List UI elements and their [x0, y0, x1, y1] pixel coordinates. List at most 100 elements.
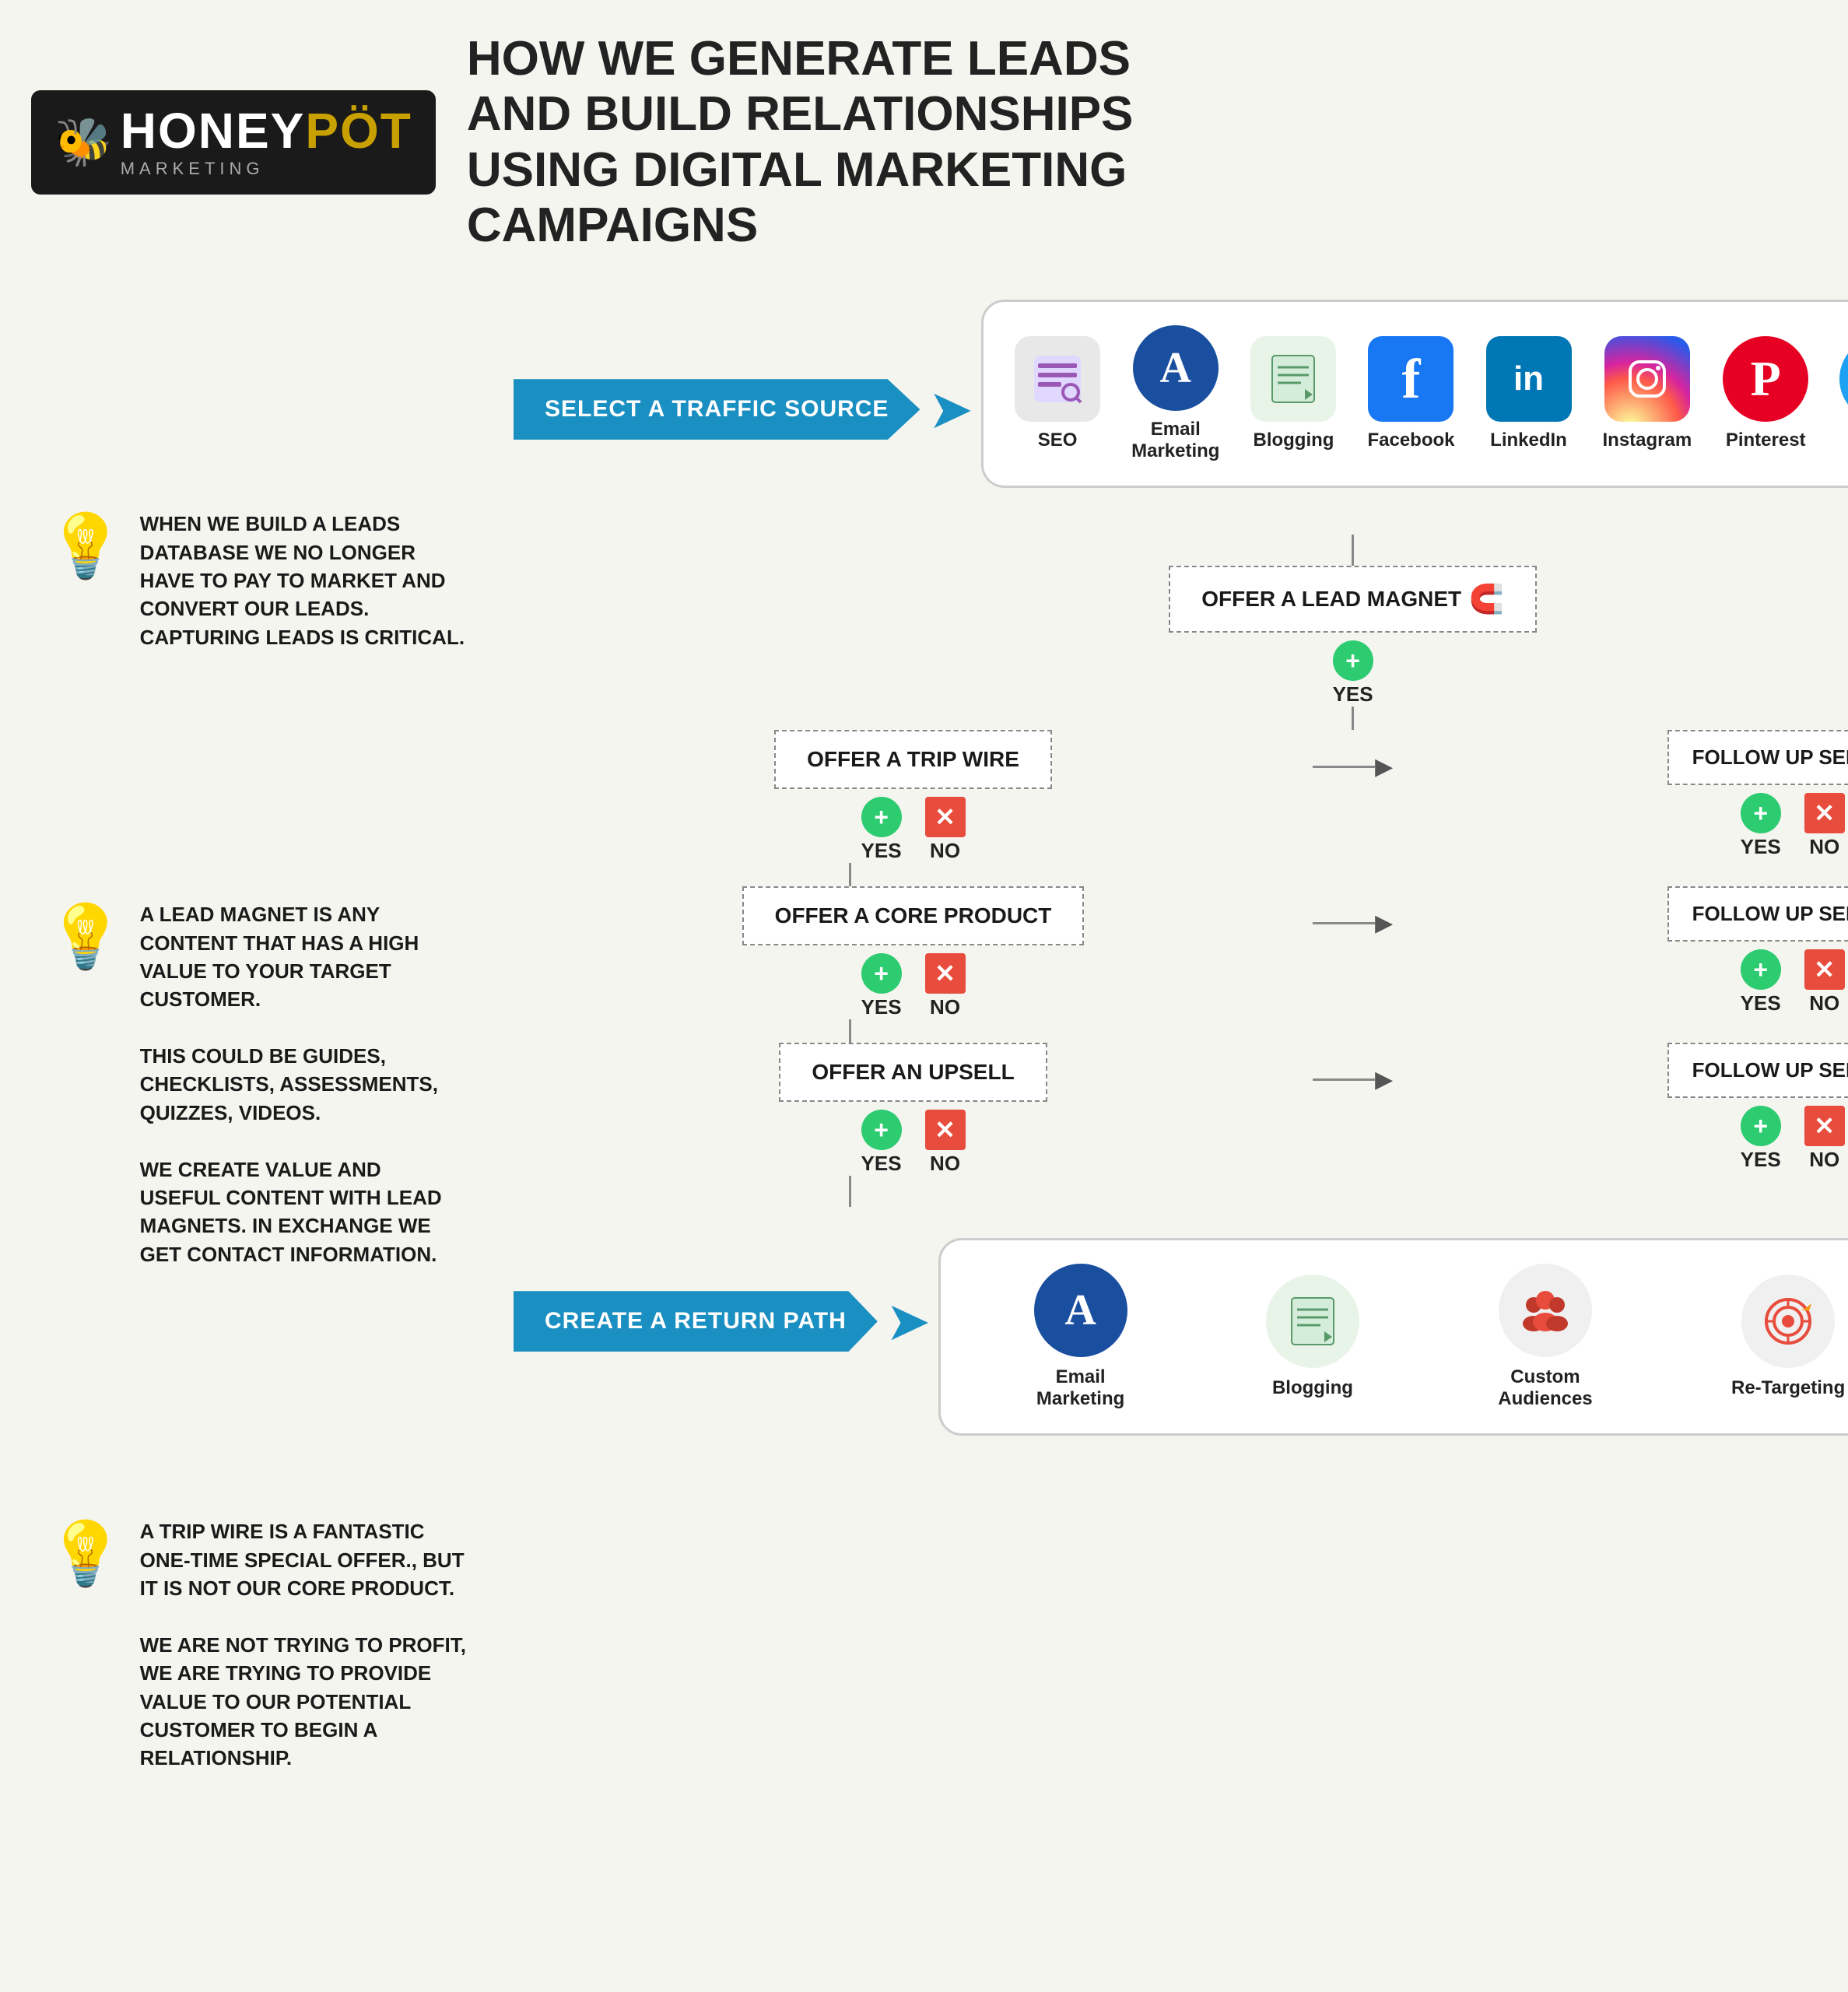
follow-up-box-3: FOLLOW UP SERIES [1667, 1043, 1848, 1098]
return-email-label: EmailMarketing [1036, 1366, 1124, 1410]
follow-up-box-1: FOLLOW UP SERIES [1667, 730, 1848, 785]
return-path-row: CREATE A RETURN PATH ➤ A EmailMarketing [514, 1207, 1848, 1436]
follow-up-yes-text-2: YES [1741, 991, 1781, 1015]
trip-wire-no-circle: ✕ [925, 797, 966, 837]
trip-wire-no-badge: ✕ [925, 797, 966, 837]
connector-v5 [514, 1176, 1848, 1207]
lead-magnet-yes: + YES [514, 640, 1848, 707]
return-icon-email: A EmailMarketing [1034, 1264, 1127, 1410]
upsell-no-text: NO [930, 1152, 960, 1176]
follow-up-label-2: FOLLOW UP SERIES [1692, 902, 1848, 925]
email-label: EmailMarketing [1131, 419, 1219, 462]
trip-wire-col: OFFER A TRIP WIRE + YES ✕ [514, 730, 1313, 863]
trip-wire-yes: + YES [861, 797, 902, 863]
follow-up-yes-circle-3: + [1741, 1106, 1781, 1146]
lead-magnet-row: OFFER A LEAD MAGNET 🧲 [514, 566, 1848, 633]
connector-v4 [514, 1019, 1848, 1043]
traffic-icon-linkedin: in LinkedIn [1486, 336, 1572, 451]
traffic-icon-twitter: 🐦 Twitter [1839, 336, 1848, 451]
trip-wire-no: ✕ NO [925, 797, 966, 863]
upsell-yes-text: YES [861, 1152, 902, 1176]
follow-up-yes-no-3: + YES ✕ NO [1741, 1106, 1845, 1172]
follow-up-no-text-3: NO [1809, 1148, 1839, 1172]
follow-up-yes-no-2: + YES ✕ NO [1741, 949, 1845, 1015]
traffic-icon-pinterest: P Pinterest [1723, 336, 1808, 451]
follow-up-col-1: FOLLOW UP SERIES + YES ✕ [1393, 730, 1848, 859]
upsell-yes-circle: + [861, 1110, 902, 1150]
traffic-row: SELECT A TRAFFIC SOURCE ➤ [514, 300, 1848, 519]
traffic-icons: SEO A EmailMarketing [1015, 325, 1848, 462]
logo-sub: MARKETING [121, 159, 412, 179]
follow-up-yes-circle-2: + [1741, 949, 1781, 990]
follow-up-no-badge-3: ✕ [1804, 1106, 1845, 1146]
follow-up-yes-circle-1: + [1741, 793, 1781, 833]
follow-up-yes-1: + YES [1741, 793, 1781, 859]
logo: 🐝 HONEYPÖT MARKETING [31, 90, 436, 195]
follow-up-yes-badge-2: + [1741, 949, 1781, 990]
core-product-no-text: NO [930, 995, 960, 1019]
follow-up-no-badge-2: ✕ [1804, 949, 1845, 990]
h-line-2 [1313, 922, 1375, 924]
traffic-icons-wrapper: SEO A EmailMarketing [981, 300, 1848, 488]
seo-icon [1015, 336, 1100, 422]
return-icon-custom-audiences: CustomAudiences [1498, 1264, 1592, 1410]
blogging-label: Blogging [1253, 430, 1334, 451]
arrow-head-3: ▶ [1375, 1066, 1393, 1093]
core-product-yes: + YES [861, 953, 902, 1019]
core-product-yes-no: + YES ✕ NO [861, 953, 966, 1019]
pinterest-label: Pinterest [1726, 430, 1806, 451]
upsell-no: ✕ NO [925, 1110, 966, 1176]
trip-wire-no-text: NO [930, 839, 960, 863]
follow-up-no-1: ✕ NO [1804, 793, 1845, 859]
follow-up-no-circle-1: ✕ [1804, 793, 1845, 833]
return-icon-blogging: Blogging [1266, 1275, 1359, 1399]
upsell-no-circle: ✕ [925, 1110, 966, 1150]
seo-label: SEO [1038, 430, 1078, 451]
connector-v2 [514, 707, 1848, 730]
magnet-icon: 🧲 [1469, 583, 1504, 615]
twitter-icon: 🐦 [1839, 336, 1848, 422]
logo-pot: PÖT [305, 103, 412, 159]
custom-audiences-icon [1499, 1264, 1592, 1357]
follow-up-no-3: ✕ NO [1804, 1106, 1845, 1172]
flowchart: OFFER A LEAD MAGNET 🧲 + YES [514, 535, 1848, 1207]
h-line-3 [1313, 1078, 1375, 1081]
return-label: CREATE A RETURN PATH [514, 1291, 878, 1352]
return-email-icon: A [1034, 1264, 1127, 1357]
follow-up-no-text-1: NO [1809, 835, 1839, 859]
bulb-icon-3: 💡 [47, 1517, 124, 1590]
upsell-col: OFFER AN UPSELL + YES ✕ [514, 1043, 1313, 1176]
arrow-head-2: ▶ [1375, 910, 1393, 937]
follow-up-no-circle-2: ✕ [1804, 949, 1845, 990]
instagram-label: Instagram [1603, 430, 1692, 451]
logo-name: HONEYPÖT [121, 106, 412, 156]
follow-up-no-2: ✕ NO [1804, 949, 1845, 1015]
trip-wire-yes-badge: + [861, 797, 902, 837]
sidebar-block-1: 💡 WHEN WE BUILD A LEADS DATABASE WE NO L… [31, 486, 482, 675]
bulb-icon-2: 💡 [47, 900, 124, 973]
connector-v1 [1352, 535, 1354, 566]
follow-up-yes-text-1: YES [1741, 835, 1781, 859]
arrow-right-1: ▶ [1313, 730, 1393, 780]
core-product-no-circle: ✕ [925, 953, 966, 994]
core-product-no-badge: ✕ [925, 953, 966, 994]
trip-wire-yes-text: YES [861, 839, 902, 863]
core-product-yes-badge: + [861, 953, 902, 994]
trip-wire-yes-circle: + [861, 797, 902, 837]
upsell-yes: + YES [861, 1110, 902, 1176]
yes-badge-1: + [1333, 640, 1373, 681]
return-arrow: ➤ [885, 1289, 931, 1353]
sidebar-block-3: 💡 A TRIP WIRE IS A FANTASTIC ONE-TIME SP… [31, 1494, 482, 1796]
return-blogging-icon [1266, 1275, 1359, 1368]
traffic-icon-facebook: f Facebook [1367, 336, 1454, 451]
upsell-no-badge: ✕ [925, 1110, 966, 1150]
follow-up-yes-3: + YES [1741, 1106, 1781, 1172]
return-custom-audiences-label: CustomAudiences [1498, 1366, 1592, 1410]
upsell-yes-no: + YES ✕ NO [861, 1110, 966, 1176]
trip-wire-label: OFFER A TRIP WIRE [807, 747, 1019, 772]
blogging-icon [1250, 336, 1336, 422]
lead-magnet-box: OFFER A LEAD MAGNET 🧲 [1169, 566, 1537, 633]
follow-up-yes-text-3: YES [1741, 1148, 1781, 1172]
core-product-yes-circle: + [861, 953, 902, 994]
retargeting-icon [1741, 1275, 1835, 1368]
